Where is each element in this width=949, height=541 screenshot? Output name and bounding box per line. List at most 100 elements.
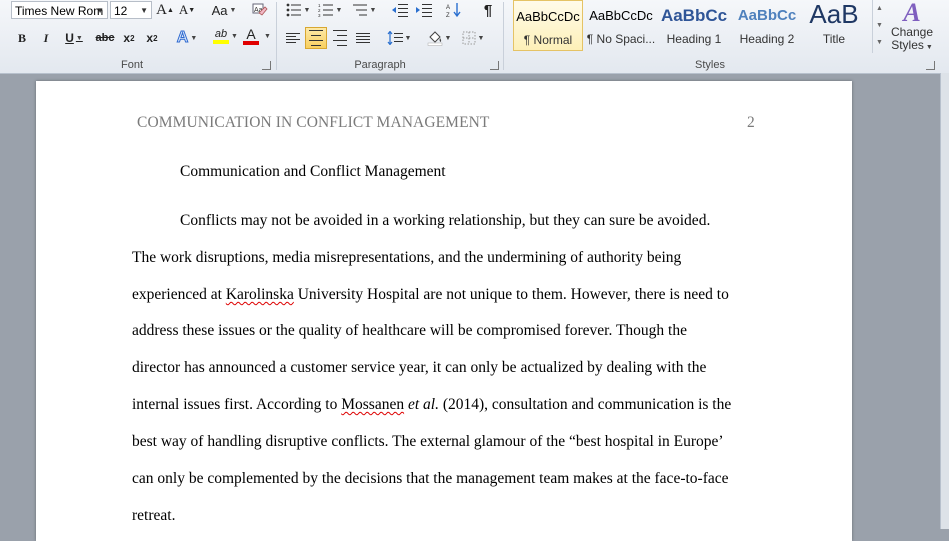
bullets-icon	[286, 3, 301, 17]
styles-dialog-launcher[interactable]	[926, 61, 935, 70]
paragraph-line: address these issues or the quality of h…	[132, 322, 687, 340]
font-color-button[interactable]: A	[240, 26, 262, 46]
text-effects-button[interactable]: A ▼	[174, 28, 200, 48]
style-name: Title	[822, 32, 846, 46]
align-right-button[interactable]	[330, 28, 350, 48]
change-styles-button[interactable]: A Change Styles ▼	[889, 0, 935, 56]
paragraph-line: best way of handling disruptive conflict…	[132, 433, 724, 451]
paragraph-line: Conflicts may not be avoided in a workin…	[180, 212, 710, 230]
show-marks-button[interactable]: ¶	[478, 0, 498, 20]
borders-button[interactable]: ▼	[459, 28, 487, 48]
clear-formatting-button[interactable]: Aa	[248, 0, 270, 20]
chevron-up-icon[interactable]: ▲	[873, 0, 886, 17]
style-no-spacing[interactable]: AaBbCcDc ¶ No Spaci...	[586, 0, 656, 51]
increase-indent-button[interactable]	[414, 0, 434, 20]
align-left-button[interactable]	[283, 28, 303, 48]
document-page[interactable]: COMMUNICATION IN CONFLICT MANAGEMENT 2 C…	[36, 81, 852, 541]
chevron-down-icon: ▼	[229, 6, 237, 14]
subscript-label: x	[123, 31, 131, 45]
chevron-down-icon: ▼	[369, 6, 377, 14]
sort-button[interactable]: A Z	[444, 0, 464, 20]
superscript-button[interactable]: x2	[143, 28, 161, 48]
paragraph-line: internal issues first. According to Moss…	[132, 396, 731, 414]
chevron-down-icon[interactable]: ▼	[231, 33, 238, 40]
superscript-mark: 2	[153, 33, 158, 43]
more-styles-icon[interactable]: ▼	[873, 34, 886, 51]
paragraph-line: experienced at Karolinska University Hos…	[132, 286, 729, 304]
justify-button[interactable]	[353, 28, 373, 48]
font-color-label: A	[246, 26, 256, 42]
style-heading-1[interactable]: AaBbCc Heading 1	[659, 0, 729, 51]
grow-font-label: A	[156, 1, 167, 18]
shrink-font-button[interactable]: A ▼	[178, 0, 196, 20]
chevron-down-icon: ▼	[477, 34, 485, 42]
chevron-down-icon[interactable]: ▼	[264, 33, 271, 40]
style-name: ¶ No Spaci...	[586, 32, 656, 46]
font-size-combo[interactable]: 12 ▼	[110, 1, 152, 19]
font-dialog-launcher[interactable]	[262, 61, 271, 70]
text-effects-label: A	[176, 29, 189, 47]
chevron-down-icon: ▼	[190, 34, 198, 42]
subscript-button[interactable]: x2	[120, 28, 138, 48]
paragraph-line: director has announced a customer servic…	[132, 359, 706, 377]
numbering-button[interactable]: 1 2 3 ▼	[316, 0, 344, 20]
decrease-indent-button[interactable]	[390, 0, 410, 20]
vertical-scrollbar[interactable]	[940, 73, 949, 529]
bold-button[interactable]: B	[13, 28, 31, 48]
justify-icon	[356, 31, 370, 45]
change-styles-icon: A	[903, 0, 921, 27]
change-case-button[interactable]: Aa ▼	[209, 0, 239, 20]
font-name-combo[interactable]: Times New Rom ▼	[11, 1, 108, 19]
style-heading-2[interactable]: AaBbCc Heading 2	[732, 0, 802, 51]
change-styles-label-2: Styles	[891, 38, 924, 52]
paragraph-line: can only be complemented by the decision…	[132, 470, 729, 488]
paragraph-line: The work disruptions, media misrepresent…	[132, 249, 681, 267]
chevron-down-icon[interactable]: ▼	[873, 17, 886, 34]
style-name: Heading 1	[666, 32, 722, 46]
spelling-error-word[interactable]: Mossanen	[341, 396, 404, 413]
italic-button[interactable]: I	[37, 28, 55, 48]
subscript-mark: 2	[130, 33, 135, 43]
font-color-swatch	[243, 41, 259, 45]
align-left-icon	[286, 31, 300, 45]
line-text: retreat.	[132, 507, 176, 524]
underline-button[interactable]: U ▼	[60, 28, 88, 48]
style-sample: AaBbCcDc	[516, 9, 580, 24]
line-text: (2014), consultation and communication i…	[438, 396, 732, 413]
line-text: Conflicts may not be avoided in a workin…	[180, 212, 711, 229]
page-number: 2	[747, 114, 755, 131]
eraser-icon: Aa	[252, 3, 268, 16]
underline-label: U	[65, 31, 74, 45]
paragraph-line: retreat.	[132, 507, 175, 525]
chevron-down-icon: ▼	[404, 34, 412, 42]
paragraph-dialog-launcher[interactable]	[490, 61, 499, 70]
superscript-label: x	[146, 31, 154, 45]
sort-icon: A Z	[446, 3, 461, 18]
change-case-label: Aa	[211, 2, 228, 18]
font-group-label: Font	[120, 59, 143, 71]
line-text: University Hospital are not unique to th…	[293, 286, 729, 303]
spelling-error-word[interactable]: Karolinska	[226, 286, 294, 303]
chevron-down-icon: ▼	[335, 6, 343, 14]
chevron-down-icon: ▼	[303, 6, 311, 14]
svg-text:Z: Z	[446, 13, 450, 18]
align-center-button[interactable]	[305, 27, 327, 49]
line-spacing-button[interactable]: ▼	[385, 28, 413, 48]
style-title[interactable]: AaB Title	[805, 0, 863, 51]
style-name: Heading 2	[739, 32, 795, 46]
style-normal[interactable]: AaBbCcDc ¶ Normal	[513, 0, 583, 51]
svg-text:A: A	[446, 5, 450, 11]
bullets-button[interactable]: ▼	[284, 0, 312, 20]
align-center-icon	[309, 28, 323, 48]
style-gallery-scroll[interactable]: ▲ ▼ ▼	[872, 0, 886, 53]
multilevel-list-button[interactable]: ▼	[350, 0, 378, 20]
strikethrough-button[interactable]: abc	[94, 28, 116, 48]
borders-icon	[462, 31, 476, 45]
grow-font-button[interactable]: A ▲	[156, 0, 174, 20]
decrease-indent-icon	[392, 4, 408, 17]
font-name-value: Times New Rom	[15, 4, 104, 18]
shading-button[interactable]: ▼	[425, 28, 453, 48]
group-separator	[503, 2, 504, 70]
pilcrow-icon: ¶	[483, 1, 493, 19]
line-text: director has announced a customer servic…	[132, 359, 707, 376]
